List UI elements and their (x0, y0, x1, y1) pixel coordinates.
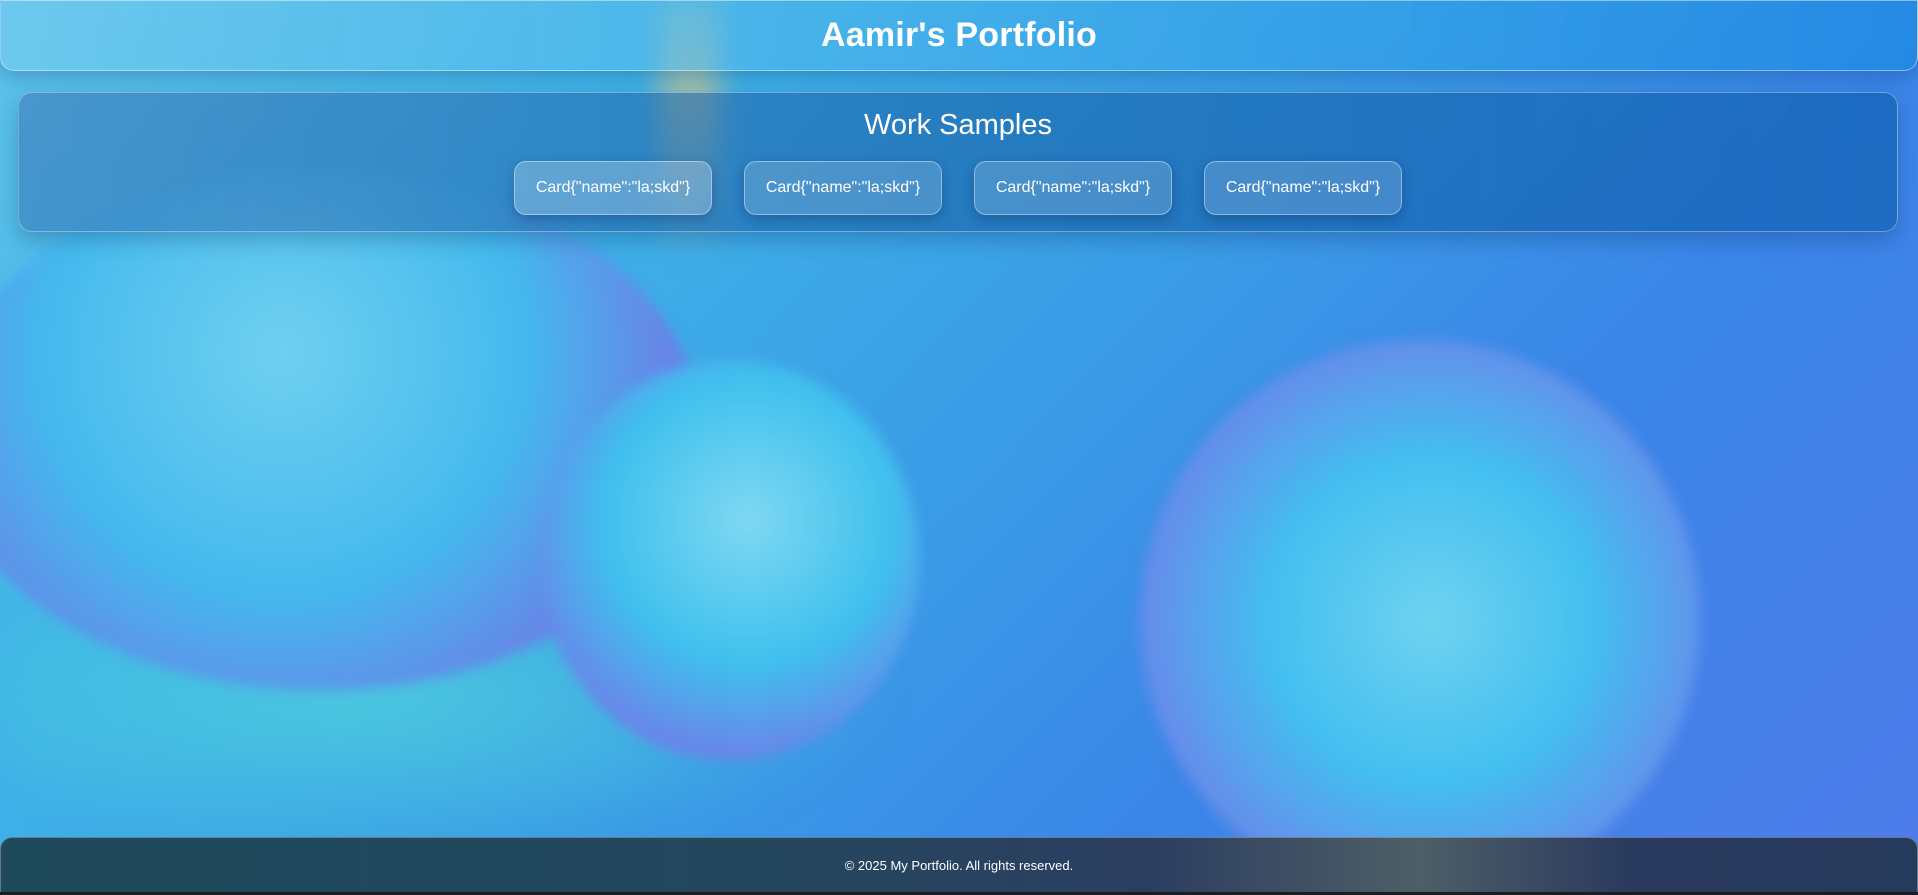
background-bubble (1140, 340, 1700, 895)
work-sample-card[interactable]: Card{"name":"la;skd"} (974, 161, 1172, 215)
site-header: Aamir's Portfolio (0, 0, 1918, 71)
work-sample-card[interactable]: Card{"name":"la;skd"} (744, 161, 942, 215)
background-bubble (540, 360, 920, 760)
work-sample-card[interactable]: Card{"name":"la;skd"} (1204, 161, 1402, 215)
site-footer: © 2025 My Portfolio. All rights reserved… (0, 837, 1918, 894)
work-sample-card[interactable]: Card{"name":"la;skd"} (514, 161, 712, 215)
work-samples-title: Work Samples (863, 109, 1053, 141)
site-title: Aamir's Portfolio (821, 16, 1097, 54)
work-samples-panel: Work Samples Card{"name":"la;skd"} Card{… (18, 92, 1898, 232)
work-samples-cards: Card{"name":"la;skd"} Card{"name":"la;sk… (19, 161, 1897, 215)
copyright-text: © 2025 My Portfolio. All rights reserved… (844, 858, 1074, 873)
